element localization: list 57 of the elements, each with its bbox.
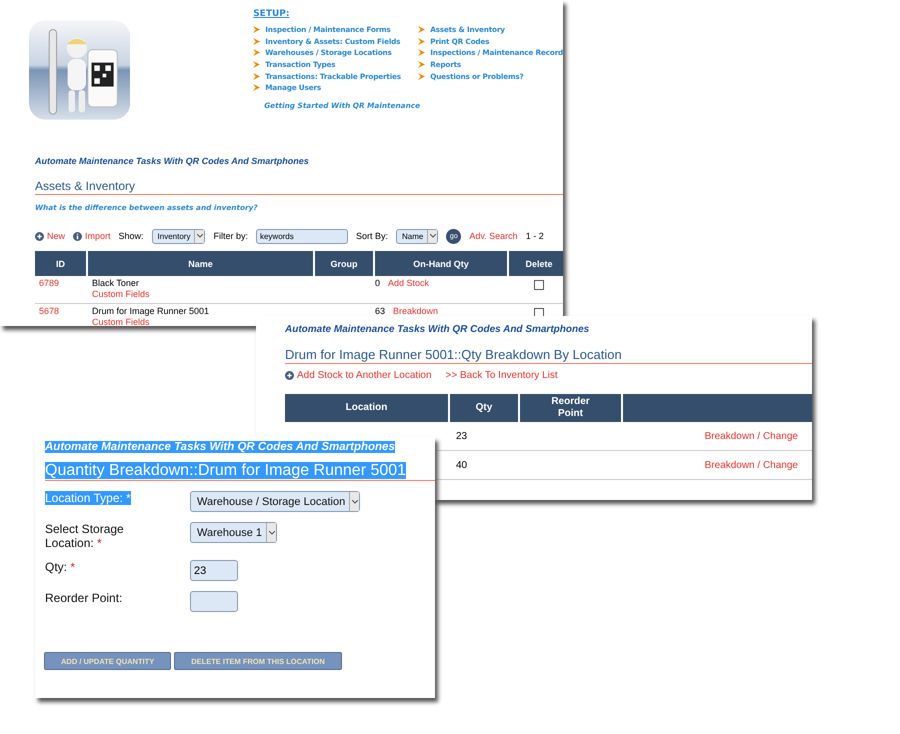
stock-action-link[interactable]: Breakdown xyxy=(393,306,438,316)
section-heading: Assets & Inventory xyxy=(35,179,563,195)
tagline: Automate Maintenance Tasks With QR Codes And Smartphones xyxy=(45,441,395,453)
column-header: Qty xyxy=(450,394,518,422)
plus-icon xyxy=(285,371,294,380)
delete-checkbox[interactable] xyxy=(534,280,544,290)
field-label: Select Storage Location: * xyxy=(45,522,124,550)
tagline: Automate Maintenance Tasks With QR Codes And Smartphones xyxy=(285,324,590,335)
field-label: Reorder Point: xyxy=(45,591,122,605)
stock-action-link[interactable]: Add Stock xyxy=(388,278,430,288)
qty-cell-text: 23 xyxy=(455,430,468,442)
caret-icon xyxy=(196,234,203,238)
import-link[interactable]: Import xyxy=(73,231,111,241)
tagline: Automate Maintenance Tasks With QR Codes And Smartphones xyxy=(35,156,310,166)
column-header: Delete xyxy=(509,251,563,276)
breakdown-change-link[interactable]: Breakdown / Change xyxy=(704,430,798,442)
input-field[interactable] xyxy=(190,591,238,612)
column-header: Location xyxy=(285,394,448,422)
caret-icon xyxy=(268,530,275,534)
dropdown[interactable]: Warehouse / Storage Location xyxy=(190,491,360,512)
setup-heading[interactable]: SETUP: xyxy=(253,9,563,19)
result-range: 1 - 2 xyxy=(526,231,544,241)
column-header: On-Hand Qty xyxy=(375,251,507,276)
filter-label: Filter by: xyxy=(213,231,248,241)
item-name: Black Toner xyxy=(92,278,139,289)
new-link[interactable]: New xyxy=(35,231,66,241)
qty-cell-text: 40 xyxy=(455,460,468,470)
column-header: Group xyxy=(315,251,373,276)
field-label: Qty: * xyxy=(45,560,76,574)
add-stock-link[interactable]: Add Stock to Another Location xyxy=(285,370,432,381)
show-select[interactable]: Inventory xyxy=(152,228,206,244)
sort-select[interactable]: Name xyxy=(396,228,438,244)
filter-field[interactable]: keywords xyxy=(256,228,348,244)
item-name: Drum for Image Runner 5001 xyxy=(92,306,210,317)
back-link[interactable]: >> Back To Inventory List xyxy=(446,370,558,381)
column-header: Reorder Point xyxy=(520,394,621,422)
input-field[interactable]: 23 xyxy=(190,560,238,581)
sort-label: Sort By: xyxy=(356,231,388,241)
dropdown[interactable]: Warehouse 1 xyxy=(190,522,278,543)
custom-fields-link[interactable]: Custom Fields xyxy=(92,317,150,326)
column-header: Name xyxy=(88,251,313,276)
field-label: Location Type: * xyxy=(45,491,131,505)
item-id-link[interactable]: 5678 xyxy=(39,306,60,316)
advanced-search-link[interactable]: Adv. Search xyxy=(469,231,518,241)
plus-icon xyxy=(35,232,44,240)
on-hand-qty: 0 xyxy=(375,278,380,288)
column-header: ID xyxy=(35,251,86,276)
page-heading: Quantity Breakdown::Drum for Image Runner 5001 xyxy=(45,462,406,479)
show-label: Show: xyxy=(118,231,144,241)
breakdown-change-link[interactable]: Breakdown / Change xyxy=(704,460,798,470)
custom-fields-link[interactable]: Custom Fields xyxy=(92,289,150,300)
caret-icon xyxy=(352,500,358,504)
on-hand-qty: 63 xyxy=(375,306,386,316)
caret-icon xyxy=(430,234,436,238)
page-heading: Drum for Image Runner 5001::Qty Breakdown By Location xyxy=(285,347,812,364)
item-id-link[interactable]: 6789 xyxy=(39,278,60,288)
info-icon xyxy=(73,232,82,240)
